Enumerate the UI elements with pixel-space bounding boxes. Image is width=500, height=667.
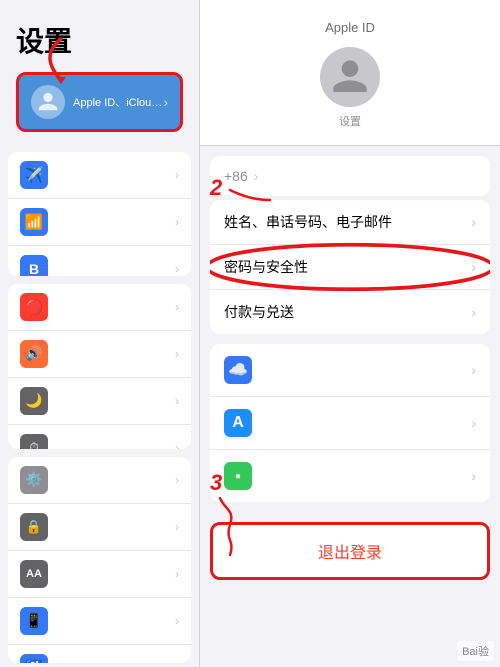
sounds-icon: 🔊 [20, 340, 48, 368]
apple-id-header: Apple ID 设置 [200, 0, 500, 146]
chevron-icon: › [471, 259, 476, 275]
payment-label: 付款与兑送 [224, 302, 471, 322]
logout-section: 退出登录 [210, 522, 490, 580]
settings-title: 设置 [0, 0, 199, 72]
sidebar-item-general[interactable]: ⚙️ › [8, 457, 191, 504]
phone-section: +86 › [210, 156, 490, 196]
sidebar-section-notifications: 🔴 › 🔊 › 🌙 › ⏱ › [8, 284, 191, 449]
payment-item[interactable]: 付款与兑送 › [210, 290, 490, 334]
phone-chevron-icon: › [254, 168, 259, 184]
dnd-icon: 🌙 [20, 387, 48, 415]
chevron-icon: › [471, 362, 476, 378]
avatar-sub-text: 设置 [339, 113, 361, 129]
chevron-icon: › [175, 168, 179, 182]
notifications-icon: 🔴 [20, 293, 48, 321]
chevron-icon: › [175, 262, 179, 276]
sidebar-item-bluetooth[interactable]: B › [8, 246, 191, 276]
apple-id-row[interactable]: Apple ID、iCloud、iTunes与App... › [16, 72, 183, 132]
icloud-item[interactable]: ☁️ › [210, 344, 490, 397]
icloud-icon: ☁️ [224, 356, 252, 384]
logout-button[interactable]: 退出登录 [210, 522, 490, 580]
appstore-icon: A [224, 409, 252, 437]
main-menu-section: 姓名、串话号码、电子邮件 › 密码与安全性 › 付款与兑送 › [210, 200, 490, 334]
sidebar-section-connectivity: ✈️ › 📶 › B › [8, 152, 191, 276]
chevron-icon: › [175, 441, 179, 449]
watermark: Bai验 [457, 641, 494, 661]
sidebar-item-accessibility[interactable]: ♿ › [8, 645, 191, 663]
homescreen-icon: 📱 [20, 607, 48, 635]
apple-id-avatar [31, 85, 65, 119]
sidebar: 设置 Apple ID、iCloud、iTunes与App... › ✈️ › … [0, 0, 200, 667]
apple-id-large-avatar [320, 47, 380, 107]
sidebar-item-wifi[interactable]: 📶 › [8, 199, 191, 246]
services-section: ☁️ › A › ● › [210, 344, 490, 502]
sidebar-item-sounds[interactable]: 🔊 › [8, 331, 191, 378]
chevron-icon: › [175, 215, 179, 229]
chevron-icon: › [471, 214, 476, 230]
phone-item[interactable]: +86 › [210, 156, 490, 196]
sidebar-item-screentime[interactable]: ⏱ › [8, 425, 191, 449]
sidebar-item-privacy[interactable]: 🔒 › [8, 504, 191, 551]
chevron-icon: › [175, 300, 179, 314]
accessibility-icon: ♿ [20, 654, 48, 663]
appstore-item[interactable]: A › [210, 397, 490, 450]
findmy-icon: ● [224, 462, 252, 490]
sidebar-item-dnd[interactable]: 🌙 › [8, 378, 191, 425]
logout-label: 退出登录 [318, 545, 382, 562]
sidebar-item-airplane[interactable]: ✈️ › [8, 152, 191, 199]
right-panel: Apple ID 设置 +86 › 姓名、串话号码、电子邮件 › 密码与安全性 … [200, 0, 500, 667]
airplane-icon: ✈️ [20, 161, 48, 189]
chevron-icon: › [175, 567, 179, 581]
name-phone-email-item[interactable]: 姓名、串话号码、电子邮件 › [210, 200, 490, 245]
apple-id-chevron-icon: › [163, 94, 168, 110]
chevron-icon: › [175, 394, 179, 408]
chevron-icon: › [175, 661, 179, 663]
chevron-icon: › [471, 304, 476, 320]
sidebar-item-notifications[interactable]: 🔴 › [8, 284, 191, 331]
sidebar-item-display[interactable]: AA › [8, 551, 191, 598]
chevron-icon: › [471, 468, 476, 484]
chevron-icon: › [471, 415, 476, 431]
findmy-item[interactable]: ● › [210, 450, 490, 502]
display-icon: AA [20, 560, 48, 588]
general-icon: ⚙️ [20, 466, 48, 494]
chevron-icon: › [175, 520, 179, 534]
bluetooth-icon: B [20, 255, 48, 276]
apple-id-header-label: Apple ID [325, 20, 375, 35]
chevron-icon: › [175, 347, 179, 361]
password-security-label: 密码与安全性 [224, 257, 471, 277]
chevron-icon: › [175, 614, 179, 628]
sidebar-section-general: ⚙️ › 🔒 › AA › 📱 › ♿ › [8, 457, 191, 663]
apple-id-text: Apple ID、iCloud、iTunes与App... [73, 94, 163, 110]
wifi-icon: 📶 [20, 208, 48, 236]
phone-prefix: +86 [224, 168, 248, 184]
name-phone-email-label: 姓名、串话号码、电子邮件 [224, 212, 471, 232]
password-security-item[interactable]: 密码与安全性 › [210, 245, 490, 290]
privacy-icon: 🔒 [20, 513, 48, 541]
sidebar-item-homescreen[interactable]: 📱 › [8, 598, 191, 645]
chevron-icon: › [175, 473, 179, 487]
screentime-icon: ⏱ [20, 434, 48, 449]
